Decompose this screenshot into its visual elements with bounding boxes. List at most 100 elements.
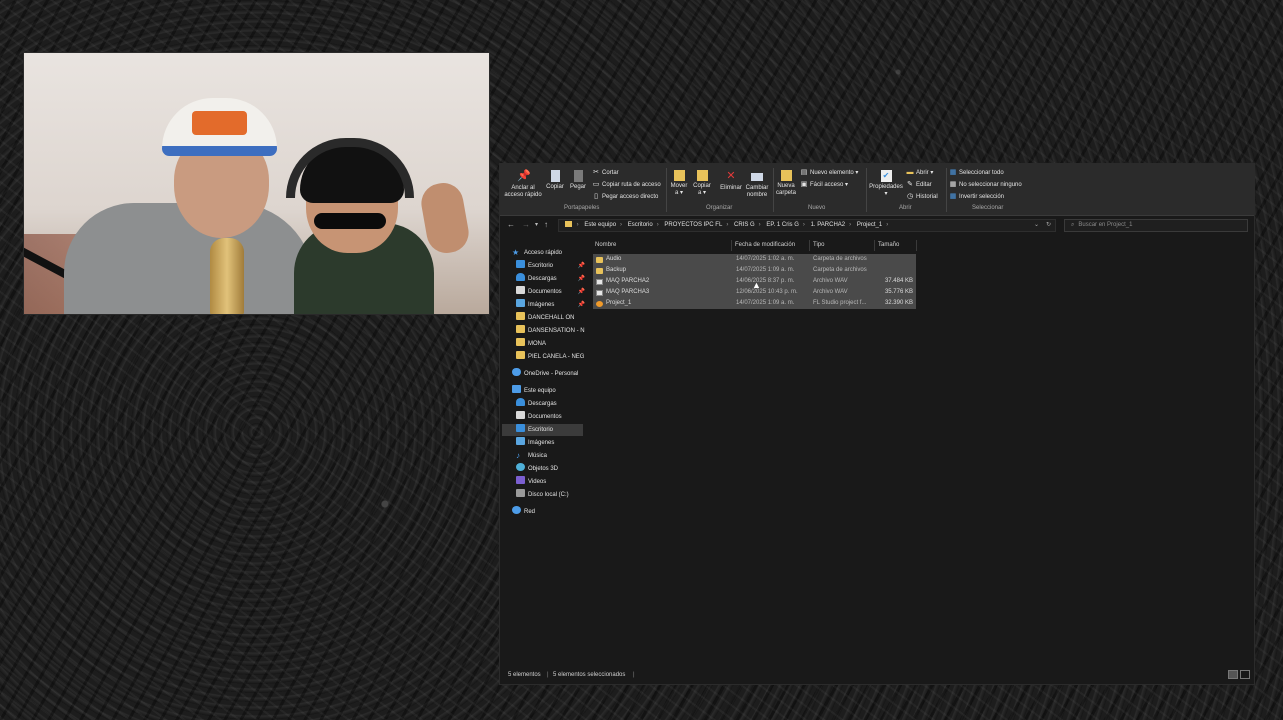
column-divider[interactable]	[809, 240, 810, 251]
breadcrumb-item[interactable]: 1. PARCHA2	[811, 222, 846, 228]
large-icons-view-button[interactable]	[1240, 670, 1250, 679]
column-divider[interactable]	[874, 240, 875, 251]
copy-to-label: Copiar a ▾	[693, 183, 711, 196]
rename-button[interactable]: Cambiar nombre	[743, 170, 771, 199]
breadcrumb-item[interactable]: Project_1	[857, 222, 882, 228]
file-size: 35.776 KB	[884, 289, 913, 295]
column-header-date[interactable]: Fecha de modificación	[735, 240, 795, 251]
select-all-button[interactable]: ▦ Seleccionar todo	[949, 167, 1004, 179]
mouse-cursor-icon: ▲	[752, 280, 761, 290]
move-to-button[interactable]: Mover a ▾	[668, 170, 690, 197]
ribbon-divider	[866, 168, 867, 212]
new-item-button[interactable]: ▤ Nuevo elemento ▾	[800, 167, 859, 179]
nav-quick-escritorio[interactable]: Escritorio 📌	[516, 260, 585, 272]
breadcrumb-item[interactable]: PROYECTOS IPC FL	[664, 222, 722, 228]
folder-icon	[516, 338, 525, 346]
paste-button[interactable]: Pegar	[567, 170, 589, 191]
nav-quick-descargas[interactable]: Descargas 📌	[516, 273, 585, 285]
easy-access-button[interactable]: ▣ Fácil acceso ▾	[800, 179, 848, 191]
nav-quick-imagenes[interactable]: Imágenes 📌	[516, 299, 585, 311]
file-type: Archivo WAV	[813, 289, 848, 295]
file-name: MAQ PARCHA2	[606, 278, 650, 284]
nav-pc-escritorio[interactable]: Escritorio	[502, 424, 583, 436]
address-field[interactable]: › Este equipo › Escritorio › PROYECTOS IPC…	[558, 219, 1056, 232]
folder-icon	[516, 325, 525, 333]
copy-path-button[interactable]: ▭ Copiar ruta de acceso	[592, 179, 661, 191]
nav-quick-folder[interactable]: DANCEHALL ON	[516, 312, 585, 324]
nav-quick-access[interactable]: ★ Acceso rápido	[512, 247, 585, 259]
nav-onedrive[interactable]: OneDrive - Personal	[512, 368, 585, 380]
nav-pc-descargas[interactable]: Descargas	[516, 398, 585, 410]
nav-label: Objetos 3D	[528, 466, 559, 472]
desktop-icon	[516, 260, 525, 268]
nav-this-pc[interactable]: Este equipo	[512, 385, 585, 397]
edit-icon: ✎	[907, 181, 913, 188]
delete-button[interactable]: ✕ Eliminar	[716, 170, 746, 192]
nav-quick-folder[interactable]: DANSENSATION - N	[516, 325, 585, 337]
forward-arrow-icon[interactable]: →	[522, 219, 530, 231]
address-dropdown-icon[interactable]: ⌄	[1034, 220, 1039, 231]
nav-label: Escritorio	[528, 263, 554, 269]
back-arrow-icon[interactable]: ←	[507, 219, 515, 231]
recent-chevron-icon[interactable]: ▾	[535, 219, 538, 231]
ribbon-divider	[666, 168, 667, 212]
file-row[interactable]: Project_1 14/07/2025 1:09 a. m. FL Studi…	[593, 298, 916, 309]
cube-icon	[516, 463, 525, 471]
file-row[interactable]: Backup 14/07/2025 1:09 a. m. Carpeta de …	[593, 265, 916, 276]
column-header-name[interactable]: Nombre	[595, 240, 616, 251]
new-item-icon: ▤	[800, 169, 808, 176]
folder-icon	[516, 312, 525, 320]
refresh-icon[interactable]: ↻	[1046, 220, 1051, 231]
nav-label: Disco local (C:)	[528, 492, 569, 498]
breadcrumb-item[interactable]: Escritorio	[628, 222, 653, 228]
address-bar-row: ← → ▾ ↑ › Este equipo › Escritorio › PROYE…	[500, 216, 1254, 234]
nav-label: Red	[524, 509, 536, 515]
nav-pc-videos[interactable]: Videos	[516, 476, 585, 488]
history-icon: ◷	[906, 193, 914, 200]
network-icon	[512, 506, 521, 514]
properties-label: Propiedades ▾	[869, 184, 903, 197]
breadcrumb-item[interactable]: Este equipo	[584, 222, 616, 228]
history-label: Historial	[916, 194, 938, 200]
nav-label: PIEL CANELA - NEG	[528, 354, 585, 360]
select-none-button[interactable]: ▦ No seleccionar ninguno	[949, 179, 1022, 191]
nav-pc-documentos[interactable]: Documentos	[516, 411, 585, 423]
properties-button[interactable]: ✔ Propiedades ▾	[868, 170, 904, 198]
copy-to-button[interactable]: Copiar a ▾	[691, 170, 713, 197]
nav-pc-musica[interactable]: ♪ Música	[516, 450, 585, 462]
details-view-button[interactable]	[1228, 670, 1238, 679]
column-divider[interactable]	[916, 240, 917, 251]
column-divider[interactable]	[731, 240, 732, 251]
open-button[interactable]: ▬ Abrir ▾	[906, 167, 934, 179]
nav-quick-folder[interactable]: MONA	[516, 338, 585, 350]
breadcrumb-item[interactable]: CRIS G	[734, 222, 755, 228]
new-folder-button[interactable]: Nueva carpeta	[773, 170, 799, 197]
properties-check-icon: ✔	[880, 170, 892, 182]
clipboard-icon	[573, 170, 583, 182]
breadcrumb-item[interactable]: EP. 1 Cris G	[766, 222, 799, 228]
nav-pc-imagenes[interactable]: Imágenes	[516, 437, 585, 449]
history-button[interactable]: ◷ Historial	[906, 191, 938, 203]
nav-network[interactable]: Red	[512, 506, 585, 518]
column-header-size[interactable]: Tamaño	[878, 240, 899, 251]
invert-selection-button[interactable]: ▦ Invertir selección	[949, 191, 1004, 203]
search-input[interactable]: ⌕ Buscar en Project_1	[1064, 219, 1248, 232]
cut-button[interactable]: ✂ Cortar	[592, 167, 619, 179]
nav-quick-documentos[interactable]: Documentos 📌	[516, 286, 585, 298]
edit-button[interactable]: ✎ Editar	[906, 179, 932, 191]
navigation-pane: ★ Acceso rápido Escritorio 📌 Descargas 📌 Do…	[500, 242, 585, 672]
copy-button[interactable]: Copiar	[544, 170, 566, 191]
select-none-icon: ▦	[949, 181, 957, 188]
pictures-icon	[516, 437, 525, 445]
column-header-type[interactable]: Tipo	[813, 240, 824, 251]
paste-shortcut-button[interactable]: ▯ Pegar acceso directo	[592, 191, 658, 203]
nav-pc-disco-local[interactable]: Disco local (C:)	[516, 489, 585, 501]
pin-quick-access-button[interactable]: 📌 Anclar al acceso rápido	[504, 170, 542, 199]
nav-quick-folder[interactable]: PIEL CANELA - NEG	[516, 351, 585, 363]
pictures-icon	[516, 299, 525, 307]
folder-path-icon	[565, 221, 572, 227]
nav-pc-objetos-3d[interactable]: Objetos 3D	[516, 463, 585, 475]
file-row[interactable]: Audio 14/07/2025 1:02 a. m. Carpeta de a…	[593, 254, 916, 265]
document-icon	[516, 411, 525, 419]
up-arrow-icon[interactable]: ↑	[544, 219, 548, 231]
